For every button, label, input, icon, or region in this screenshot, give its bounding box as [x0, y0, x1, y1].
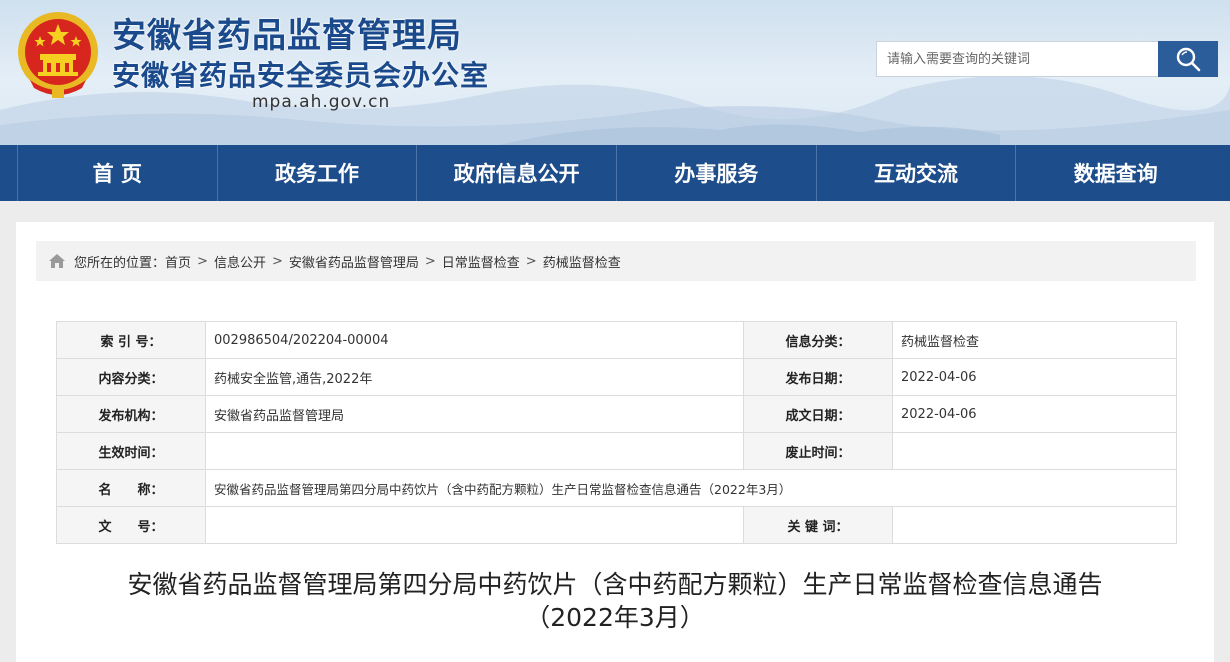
breadcrumb-prefix: 您所在的位置：	[74, 255, 166, 271]
site-domain: mpa.ah.gov.cn	[252, 92, 391, 112]
search-icon	[1176, 47, 1201, 72]
breadcrumb-link-bureau[interactable]: 安徽省药品监督管理局	[289, 252, 419, 271]
site-header: 安徽省药品监督管理局 安徽省药品安全委员会办公室 mpa.ah.gov.cn	[0, 0, 1230, 145]
meta-value-category: 药械监督检查	[892, 321, 1177, 359]
meta-label-publish-date: 发布日期：	[743, 358, 893, 396]
breadcrumb-separator: >	[525, 253, 537, 269]
document-metadata-table: 索 引 号： 002986504/202204-00004 信息分类： 药械监督…	[56, 321, 1177, 544]
table-row: 生效时间： 废止时间：	[56, 432, 1177, 470]
article-title: 安徽省药品监督管理局第四分局中药饮片（含中药配方颗粒）生产日常监督检查信息通告 …	[16, 568, 1214, 634]
meta-value-written-date: 2022-04-06	[892, 395, 1177, 433]
breadcrumb-separator: >	[424, 253, 436, 269]
meta-value-name: 安徽省药品监督管理局第四分局中药饮片（含中药配方颗粒）生产日常监督检查信息通告（…	[205, 469, 1177, 507]
breadcrumb-separator: >	[197, 253, 208, 269]
breadcrumb-link-home[interactable]: 首页	[165, 252, 191, 271]
nav-item-information-disclosure[interactable]: 政府信息公开	[417, 145, 618, 201]
home-icon	[49, 254, 65, 268]
site-title-main: 安徽省药品监督管理局	[112, 16, 462, 56]
search-button[interactable]	[1158, 41, 1218, 77]
meta-label-index: 索 引 号：	[56, 321, 206, 359]
breadcrumb-link-info-disclosure[interactable]: 信息公开	[214, 252, 266, 271]
meta-value-abolish-time	[892, 432, 1177, 470]
article-title-line2: （2022年3月）	[525, 603, 705, 632]
main-navigation: 首 页 政务工作 政府信息公开 办事服务 互动交流 数据查询	[0, 145, 1230, 201]
national-emblem-icon	[18, 12, 98, 98]
meta-label-keywords: 关 键 词：	[743, 506, 893, 544]
meta-value-index: 002986504/202204-00004	[205, 321, 744, 359]
meta-value-publish-date: 2022-04-06	[892, 358, 1177, 396]
breadcrumb: 您所在的位置： 首页 > 信息公开 > 安徽省药品监督管理局 > 日常监督检查 …	[36, 241, 1196, 281]
meta-value-keywords	[892, 506, 1177, 544]
meta-value-content-type: 药械安全监管,通告,2022年	[205, 358, 744, 396]
nav-item-interaction[interactable]: 互动交流	[817, 145, 1017, 201]
search-input[interactable]	[876, 41, 1158, 77]
meta-label-effective-time: 生效时间：	[56, 432, 206, 470]
meta-label-name: 名 称：	[56, 469, 206, 507]
meta-label-document-number: 文 号：	[56, 506, 206, 544]
meta-label-written-date: 成文日期：	[743, 395, 893, 433]
article-title-line1: 安徽省药品监督管理局第四分局中药饮片（含中药配方颗粒）生产日常监督检查信息通告	[127, 570, 1103, 599]
meta-label-category: 信息分类：	[743, 321, 893, 359]
site-title-sub: 安徽省药品安全委员会办公室	[112, 59, 490, 92]
breadcrumb-separator: >	[271, 253, 283, 269]
breadcrumb-link-daily-inspection[interactable]: 日常监督检查	[442, 252, 520, 271]
meta-label-abolish-time: 废止时间：	[743, 432, 893, 470]
table-row: 文 号： 关 键 词：	[56, 506, 1177, 544]
main-content: 您所在的位置： 首页 > 信息公开 > 安徽省药品监督管理局 > 日常监督检查 …	[16, 222, 1214, 662]
table-row: 索 引 号： 002986504/202204-00004 信息分类： 药械监督…	[56, 321, 1177, 359]
search-bar	[876, 41, 1218, 77]
meta-label-organization: 发布机构：	[56, 395, 206, 433]
nav-item-data-query[interactable]: 数据查询	[1016, 145, 1215, 201]
meta-value-organization: 安徽省药品监督管理局	[205, 395, 744, 433]
breadcrumb-link-device-inspection[interactable]: 药械监督检查	[543, 252, 621, 271]
meta-value-effective-time	[205, 432, 744, 470]
nav-item-home[interactable]: 首 页	[17, 145, 218, 201]
nav-item-services[interactable]: 办事服务	[617, 145, 817, 201]
table-row: 内容分类： 药械安全监管,通告,2022年 发布日期： 2022-04-06	[56, 358, 1177, 396]
nav-item-government-affairs[interactable]: 政务工作	[218, 145, 418, 201]
table-row: 发布机构： 安徽省药品监督管理局 成文日期： 2022-04-06	[56, 395, 1177, 433]
meta-value-document-number	[205, 506, 744, 544]
meta-label-content-type: 内容分类：	[56, 358, 206, 396]
table-row: 名 称： 安徽省药品监督管理局第四分局中药饮片（含中药配方颗粒）生产日常监督检查…	[56, 469, 1177, 507]
